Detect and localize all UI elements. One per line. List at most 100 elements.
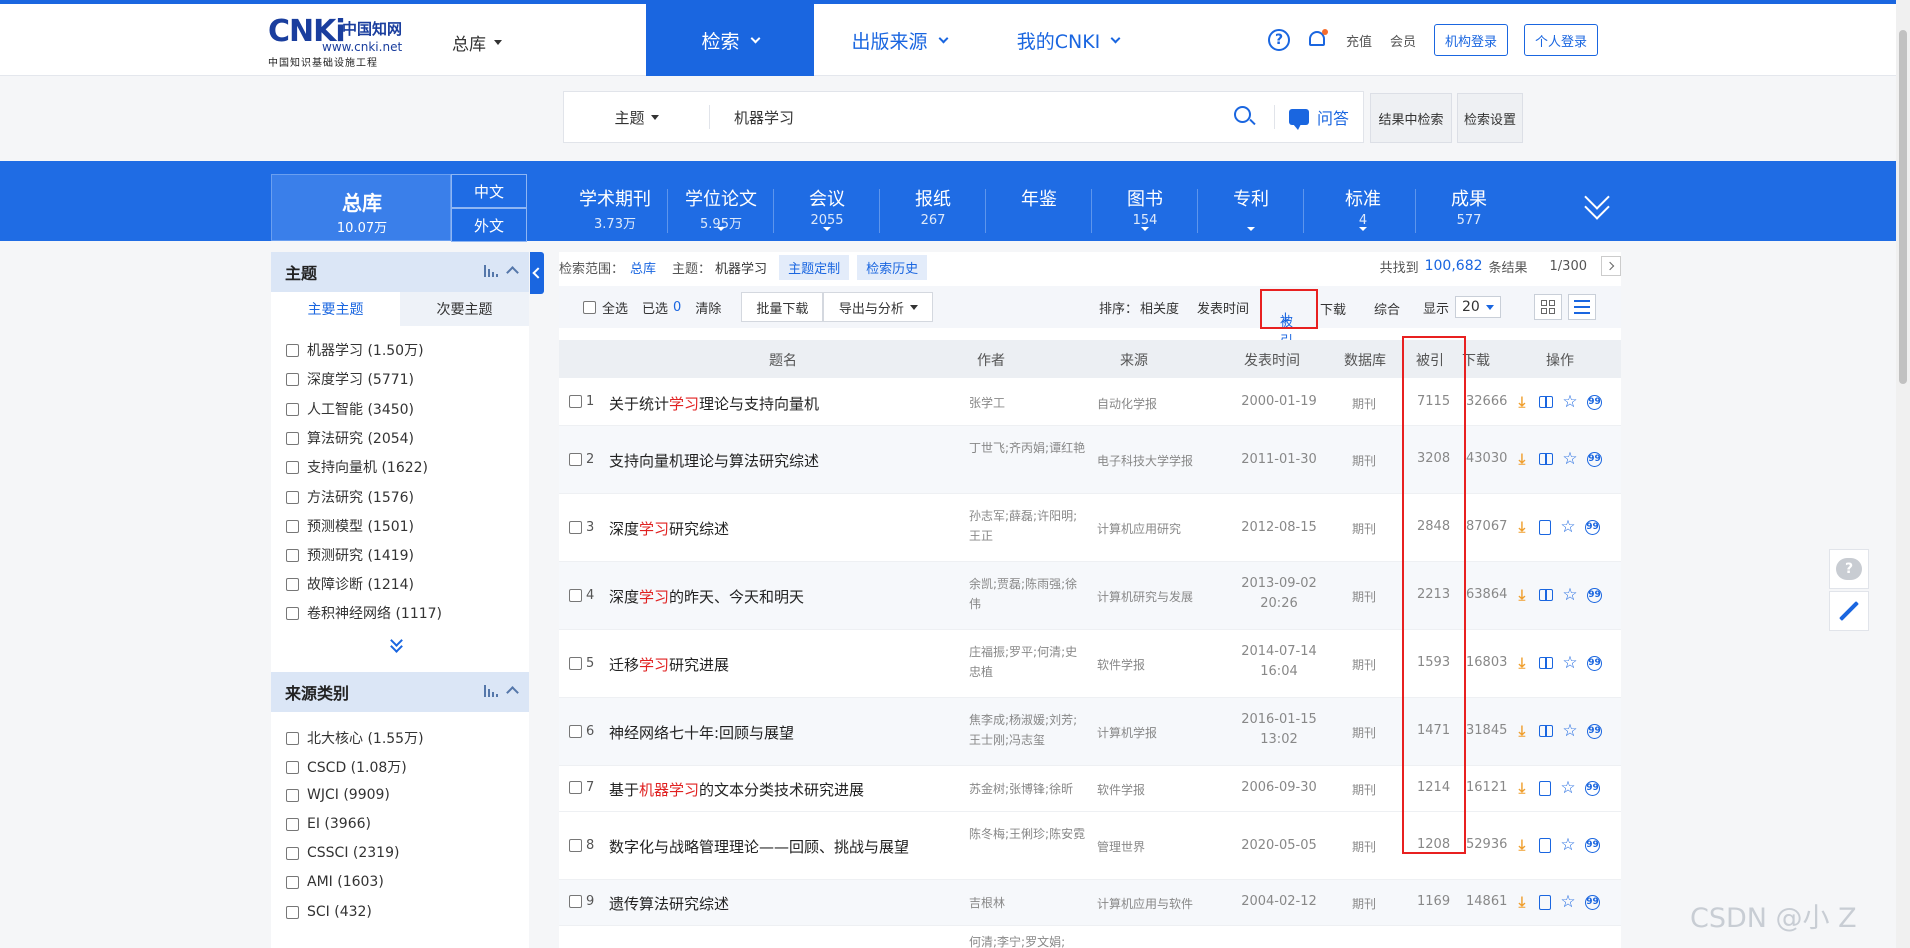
- sort-date[interactable]: 发表时间: [1197, 298, 1249, 317]
- download-icon[interactable]: [1514, 519, 1530, 535]
- result-author[interactable]: 吉根林: [969, 893, 1089, 913]
- read-online-icon[interactable]: [1539, 589, 1553, 601]
- search-input[interactable]: [710, 97, 1234, 137]
- cite-icon[interactable]: 99: [1587, 655, 1602, 671]
- topic-facet-item[interactable]: 算法研究 (2054): [286, 428, 414, 448]
- checkbox[interactable]: [286, 577, 299, 591]
- sort-download[interactable]: 下载: [1320, 299, 1346, 318]
- topic-facet-item[interactable]: 机器学习 (1.50万): [286, 340, 424, 360]
- recharge-link[interactable]: 充值: [1346, 31, 1372, 50]
- download-icon[interactable]: [1514, 451, 1530, 467]
- topic-facet-item[interactable]: 故障诊断 (1214): [286, 574, 414, 594]
- collapse-icon[interactable]: [506, 686, 519, 699]
- result-source[interactable]: 计算机学报: [1097, 724, 1157, 741]
- html-read-icon[interactable]: [1539, 519, 1551, 535]
- result-author[interactable]: 余凯;贾磊;陈雨强;徐伟: [969, 574, 1089, 614]
- checkbox[interactable]: [569, 589, 582, 602]
- nav-publication-source[interactable]: 出版来源: [814, 4, 984, 76]
- checkbox[interactable]: [286, 788, 299, 802]
- clear-selection[interactable]: 清除: [695, 298, 721, 317]
- favorite-icon[interactable]: [1562, 655, 1578, 671]
- cite-icon[interactable]: 99: [1587, 587, 1602, 603]
- export-analysis-button[interactable]: 导出与分析: [823, 292, 934, 322]
- cnki-logo[interactable]: CNKi 中国知网 www.cnki.net 中国知识基础设施工程: [268, 14, 416, 69]
- result-source[interactable]: 管理世界: [1097, 838, 1145, 855]
- read-online-icon[interactable]: [1539, 725, 1553, 737]
- personal-login-button[interactable]: 个人登录: [1524, 24, 1599, 56]
- checkbox[interactable]: [569, 453, 582, 466]
- download-icon[interactable]: [1514, 655, 1530, 671]
- favorite-icon[interactable]: [1560, 519, 1576, 535]
- download-icon[interactable]: [1514, 894, 1530, 910]
- chart-icon[interactable]: [484, 684, 498, 697]
- favorite-icon[interactable]: [1560, 837, 1576, 853]
- cite-icon[interactable]: 99: [1585, 780, 1600, 796]
- page-size-select[interactable]: 20: [1455, 296, 1502, 318]
- result-title[interactable]: 迁移学习研究进展: [609, 654, 729, 675]
- nav-my-cnki[interactable]: 我的CNKI: [984, 4, 1152, 76]
- result-author[interactable]: 苏金树;张博锋;徐昕: [969, 779, 1089, 799]
- column-date[interactable]: 发表时间: [1244, 350, 1300, 370]
- checkbox[interactable]: [286, 548, 299, 562]
- next-page-icon[interactable]: [1601, 256, 1621, 276]
- download-icon[interactable]: [1514, 837, 1530, 853]
- search-field-select[interactable]: 主题: [564, 105, 710, 129]
- download-icon[interactable]: [1514, 587, 1530, 603]
- tab-main-topic[interactable]: 主要主题: [271, 292, 400, 326]
- chinese-tab[interactable]: 中文: [451, 174, 527, 208]
- checkbox[interactable]: [286, 905, 299, 919]
- read-online-icon[interactable]: [1539, 396, 1553, 408]
- category-achievement[interactable]: 成果 577: [1416, 185, 1522, 228]
- cite-icon[interactable]: 99: [1585, 519, 1600, 535]
- foreign-tab[interactable]: 外文: [451, 208, 527, 242]
- result-title[interactable]: 基于机器学习的文本分类技术研究进展: [609, 779, 864, 800]
- result-title[interactable]: 深度学习研究综述: [609, 518, 729, 539]
- source-facet-item[interactable]: CSCD (1.08万): [286, 757, 407, 777]
- cite-icon[interactable]: 99: [1587, 723, 1602, 739]
- nav-search[interactable]: 检索: [646, 4, 814, 76]
- result-source[interactable]: 电子科技大学学报: [1097, 452, 1193, 469]
- category-standard[interactable]: 标准 4: [1310, 185, 1416, 233]
- sort-combined[interactable]: 综合: [1374, 299, 1400, 318]
- result-title[interactable]: 神经网络七十年:回顾与展望: [609, 722, 794, 743]
- result-source[interactable]: 计算机应用与软件: [1097, 895, 1193, 912]
- cite-icon[interactable]: 99: [1587, 394, 1602, 410]
- result-author[interactable]: 庄福振;罗平;何清;史忠植: [969, 642, 1089, 682]
- result-author[interactable]: 孙志军;薛磊;许阳明;王正: [969, 506, 1089, 546]
- topic-facet-item[interactable]: 支持向量机 (1622): [286, 457, 428, 477]
- download-icon[interactable]: [1514, 723, 1530, 739]
- checkbox[interactable]: [569, 725, 582, 738]
- html-read-icon[interactable]: [1539, 837, 1551, 853]
- source-facet-item[interactable]: 北大核心 (1.55万): [286, 728, 424, 748]
- checkbox[interactable]: [286, 519, 299, 533]
- topic-facet-item[interactable]: 卷积神经网络 (1117): [286, 603, 442, 623]
- favorite-icon[interactable]: [1560, 780, 1576, 796]
- search-icon[interactable]: [1233, 106, 1256, 128]
- category-newspaper[interactable]: 报纸 267: [880, 185, 986, 233]
- select-all[interactable]: 全选: [583, 298, 628, 317]
- result-author[interactable]: 何清;李宁;罗文娟;: [969, 932, 1089, 948]
- topic-facet-item[interactable]: 人工智能 (3450): [286, 399, 414, 419]
- org-login-button[interactable]: 机构登录: [1434, 24, 1509, 56]
- checkbox[interactable]: [583, 300, 596, 314]
- checkbox[interactable]: [569, 895, 582, 908]
- result-author[interactable]: 张学工: [969, 393, 1089, 413]
- category-conference[interactable]: 会议 2055: [774, 185, 880, 233]
- member-link[interactable]: 会员: [1390, 31, 1416, 50]
- checkbox[interactable]: [569, 657, 582, 670]
- checkbox[interactable]: [286, 343, 299, 357]
- source-facet-item[interactable]: SCI (432): [286, 904, 372, 920]
- scrollbar-thumb[interactable]: [1899, 30, 1907, 384]
- result-title[interactable]: 数字化与战略管理理论——回顾、挑战与展望: [609, 836, 909, 857]
- checkbox[interactable]: [286, 606, 299, 620]
- favorite-icon[interactable]: [1560, 894, 1576, 910]
- result-author[interactable]: 焦李成;杨淑媛;刘芳;王士刚;冯志玺: [969, 710, 1089, 750]
- category-book[interactable]: 图书 154: [1092, 185, 1198, 233]
- tab-secondary-topic[interactable]: 次要主题: [400, 292, 529, 326]
- source-facet-item[interactable]: WJCI (9909): [286, 787, 390, 803]
- checkbox[interactable]: [569, 395, 582, 408]
- result-source[interactable]: 自动化学报: [1097, 395, 1157, 412]
- scope-value[interactable]: 总库: [630, 258, 656, 277]
- column-download[interactable]: 下载: [1462, 350, 1490, 370]
- topic-facet-item[interactable]: 预测研究 (1419): [286, 545, 414, 565]
